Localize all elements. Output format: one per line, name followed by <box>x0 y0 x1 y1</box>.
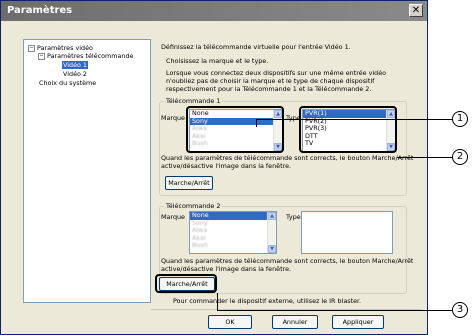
ok-button[interactable]: OK <box>208 315 252 329</box>
intro-text: respectivement pour la Télécommande 1 et… <box>166 85 372 93</box>
vertical-scrollbar[interactable]: ▲ ▼ <box>267 212 276 253</box>
scroll-down-icon[interactable]: ▼ <box>268 245 276 253</box>
intro-text: Lorsque vous connectez deux dispositifs … <box>166 69 387 77</box>
power-button-1[interactable]: Marche/Arrêt <box>165 176 213 190</box>
intro-text: Définissez la télécommande virtuelle pou… <box>161 43 351 51</box>
title-bar: Paramètres ✕ <box>1 1 427 21</box>
remote-1-note: Quand les paramètres de télécommande son… <box>161 154 414 162</box>
brand-label: Marque <box>161 114 185 122</box>
intro-text: n'oubliez pas de choisir la marque et le… <box>166 77 375 85</box>
callout-1-highlight <box>186 106 284 153</box>
remote-1-note: active/désactive l'image dans la fenêtre… <box>161 162 292 170</box>
collapse-icon[interactable]: − <box>28 44 35 52</box>
scroll-up-icon[interactable]: ▲ <box>268 212 276 220</box>
callout-1-line <box>256 119 455 120</box>
apply-button[interactable]: Appliquer <box>332 315 384 329</box>
ir-blaster-note: Pour commander le dispositif externe, ut… <box>173 297 362 305</box>
tree-item-video-settings[interactable]: − Paramètres vidéo <box>28 44 93 52</box>
brand-label: Marque <box>161 213 185 221</box>
collapse-icon[interactable]: − <box>38 52 45 60</box>
callout-3-marker: 3 <box>452 302 468 318</box>
callout-3-highlight <box>155 274 217 293</box>
callout-3-line <box>217 293 218 310</box>
tree-item-remote-settings[interactable]: − Paramètres télécommande <box>38 52 133 60</box>
tree-item-video-1[interactable]: Vidéo 1 <box>62 61 89 69</box>
tree-item-system-choice[interactable]: Choix du système <box>39 79 96 87</box>
cancel-button[interactable]: Annuler <box>272 315 318 329</box>
close-icon: ✕ <box>411 5 421 16</box>
tree-item-label: Vidéo 2 <box>63 70 88 78</box>
tree-item-label: Choix du système <box>39 79 97 87</box>
list-item[interactable]: Bush <box>190 241 276 250</box>
callout-3-line <box>217 310 455 311</box>
intro-text: Choisissez la marque et le type. <box>166 57 269 65</box>
remote-1-group-label: Télécommande 1 <box>164 97 223 105</box>
callout-1-marker: 1 <box>452 111 468 127</box>
tree-item-label: Paramètres vidéo <box>37 44 93 52</box>
brand-listbox-2[interactable]: None Sony Aiwa Akai Bush ▲ ▼ <box>189 211 277 254</box>
type-label: Type <box>286 213 301 221</box>
close-button[interactable]: ✕ <box>409 4 423 17</box>
remote-2-note: Quand les paramètres de télécommande son… <box>161 257 414 265</box>
callout-1-line <box>256 119 257 127</box>
remote-2-note: active/désactive l'image dans la fenêtre… <box>161 265 292 273</box>
tree-item-label: Vidéo 1 <box>62 61 89 69</box>
settings-tree: − Paramètres vidéo − Paramètres télécomman… <box>23 39 151 303</box>
remote-2-group-label: Télécommande 2 <box>164 202 223 210</box>
type-listbox-2[interactable] <box>301 211 393 254</box>
callout-2-highlight <box>299 106 397 153</box>
tree-item-label: Paramètres télécommande <box>47 52 134 60</box>
callout-2-marker: 2 <box>452 149 468 165</box>
window-title: Paramètres <box>7 5 73 16</box>
tree-item-video-2[interactable]: Vidéo 2 <box>63 70 87 78</box>
callout-2-line <box>397 157 455 158</box>
